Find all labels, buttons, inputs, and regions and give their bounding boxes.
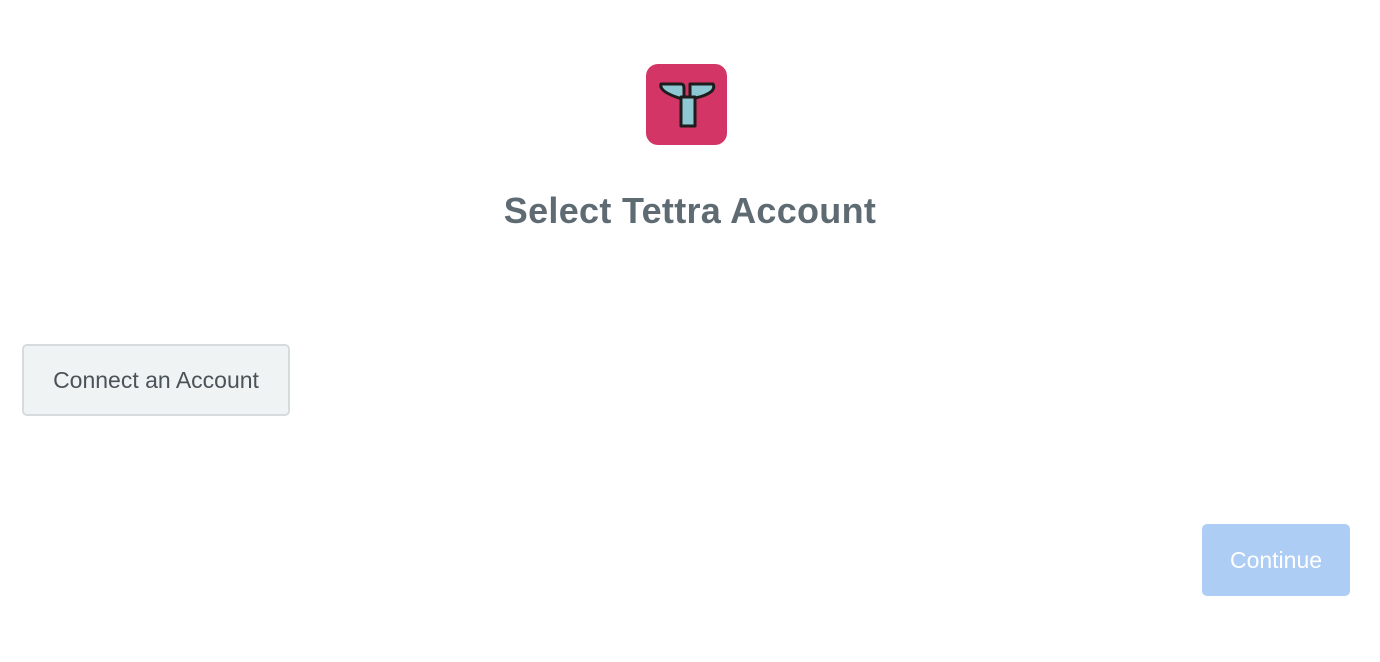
tettra-logo-glyph — [658, 82, 715, 127]
page-title: Select Tettra Account — [503, 190, 877, 231]
tettra-logo-icon — [646, 64, 727, 145]
connect-account-button[interactable]: Connect an Account — [22, 344, 290, 416]
select-account-page: Select Tettra Account Connect an Account… — [0, 0, 1380, 662]
continue-button[interactable]: Continue — [1202, 524, 1350, 596]
